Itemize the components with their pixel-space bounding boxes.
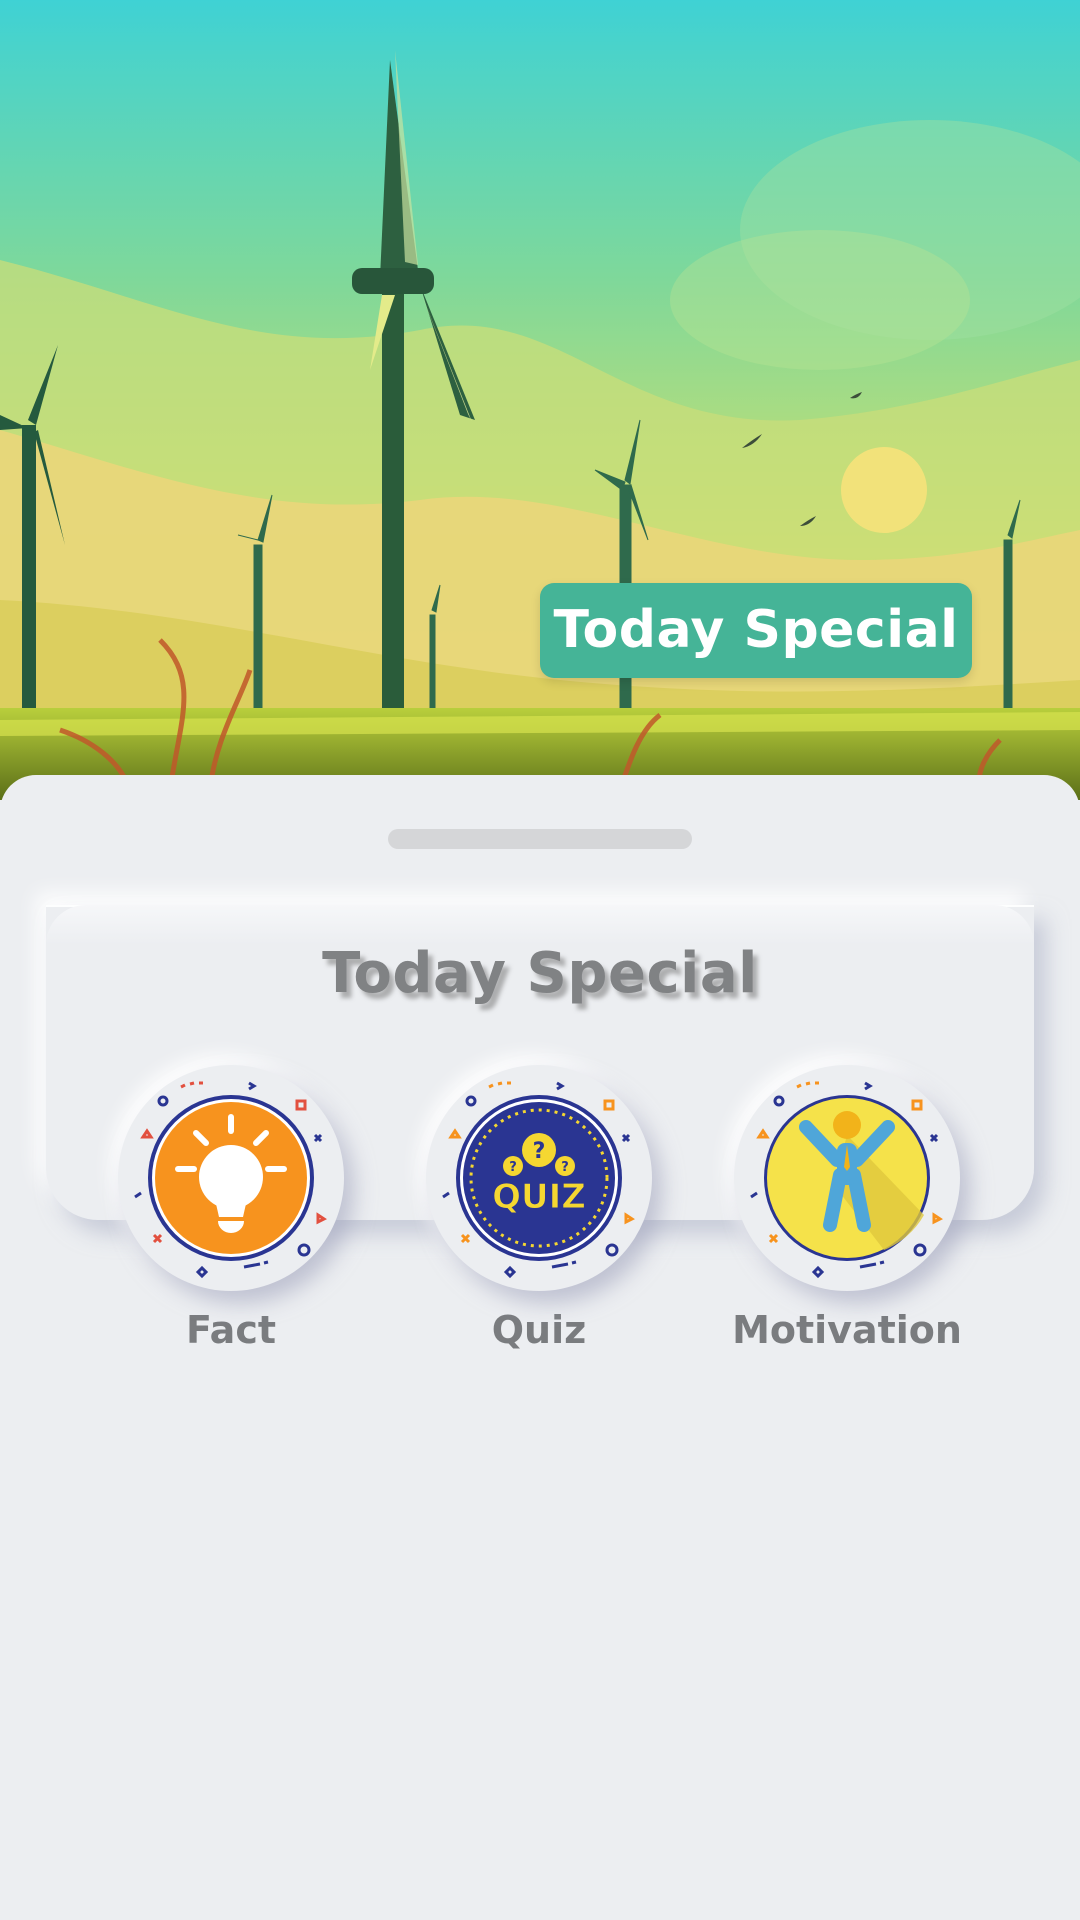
category-label-quiz[interactable]: Quiz — [424, 1305, 654, 1355]
quiz-button[interactable]: ? ? ? QUIZ — [426, 1065, 652, 1291]
category-quiz[interactable]: ? ? ? QUIZ Quiz — [424, 1065, 654, 1355]
quiz-icon: ? ? ? QUIZ — [442, 1081, 635, 1279]
category-label-fact[interactable]: Fact — [116, 1305, 346, 1355]
fact-button[interactable] — [118, 1065, 344, 1291]
wind-turbine-illustration — [0, 0, 1080, 800]
drag-handle[interactable] — [388, 829, 692, 849]
hero-banner: Today Special — [0, 0, 1080, 800]
bottom-sheet: Today Special Fact ? ? ? QUIZ Quiz Motiv… — [0, 775, 1080, 1920]
motivation-button[interactable] — [734, 1065, 960, 1291]
today-special-badge[interactable]: Today Special — [540, 583, 972, 678]
lightbulb-icon — [134, 1081, 327, 1279]
svg-text:?: ? — [533, 1139, 546, 1164]
card-title: Today Special — [322, 941, 758, 1006]
svg-text:?: ? — [509, 1160, 517, 1175]
quiz-icon-text: QUIZ — [492, 1177, 586, 1217]
motivation-person-icon — [750, 1081, 943, 1279]
category-label-motivation[interactable]: Motivation — [732, 1305, 962, 1355]
category-motivation[interactable]: Motivation — [732, 1065, 962, 1355]
screen: Today Special Today Special Fact ? ? ? Q… — [0, 0, 1080, 1920]
category-fact[interactable]: Fact — [116, 1065, 346, 1355]
svg-text:?: ? — [561, 1160, 569, 1175]
